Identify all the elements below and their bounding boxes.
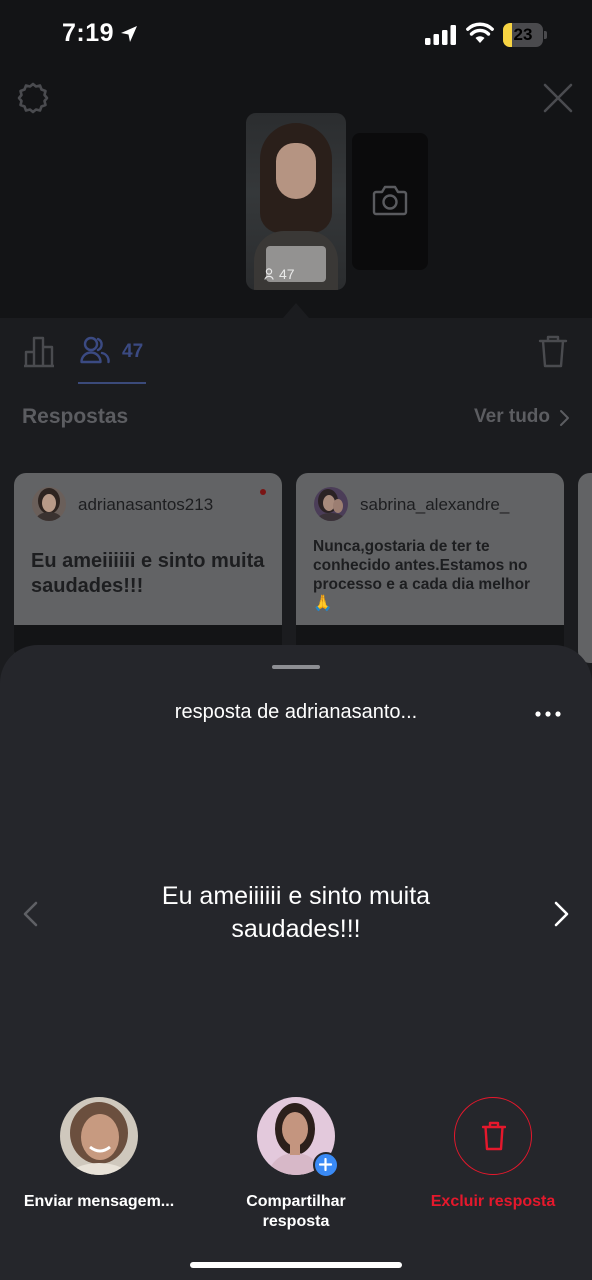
viewers-icon (80, 336, 110, 364)
reply-preview-text: Nunca,gostaria de ter te conhecido antes… (313, 538, 531, 612)
status-bar: 7:19 23 (0, 0, 592, 70)
replies-section-title: Respostas (22, 405, 129, 428)
delete-reply-button[interactable]: Excluir resposta (413, 1097, 573, 1237)
thumbnail-viewer-count: 47 (279, 266, 295, 282)
battery-icon: 23 (503, 23, 547, 47)
reply-username: sabrina_alexandre_ (360, 495, 510, 514)
delete-ring (454, 1097, 532, 1175)
reply-card[interactable]: sabrina_alexandre_ Nunca,gostaria de ter… (296, 473, 564, 663)
reply-card[interactable] (578, 473, 592, 663)
story-thumbnail[interactable]: 47 (246, 113, 346, 290)
story-viewer-background: 7:19 23 47 (0, 0, 592, 318)
reply-detail-sheet: resposta de adrianasanto... Eu ameiiiiii… (0, 645, 592, 1280)
signal-icon (425, 25, 456, 45)
chevron-left-icon[interactable] (21, 901, 39, 927)
share-reply-button[interactable]: Compartilhar resposta (216, 1097, 376, 1237)
reply-full-text: Eu ameiiiiii e sinto muita saudades!!! (161, 882, 431, 943)
close-icon[interactable] (542, 82, 574, 114)
home-indicator (190, 1262, 402, 1268)
reply-username: adrianasantos213 (78, 495, 214, 514)
sheet-grabber[interactable] (272, 665, 320, 669)
reply-preview-text: Eu ameiiiiii e sinto muita saudades!!! (31, 550, 265, 597)
status-time: 7:19 (62, 19, 115, 47)
trash-icon[interactable] (538, 334, 568, 368)
chevron-right-icon[interactable] (553, 901, 571, 927)
send-message-button[interactable]: Enviar mensagem... (19, 1097, 179, 1237)
sheet-title: resposta de adrianasanto... (174, 701, 418, 723)
avatar (314, 487, 348, 521)
add-story-slot[interactable] (352, 133, 428, 270)
more-icon[interactable] (535, 711, 561, 717)
location-arrow-icon (121, 26, 137, 42)
tab-viewers[interactable]: 47 (78, 318, 146, 384)
unread-dot (260, 489, 266, 495)
share-reply-label: Compartilhar resposta (246, 1193, 346, 1230)
active-story-pointer (283, 303, 309, 318)
trash-icon (482, 1121, 506, 1151)
send-message-label: Enviar mensagem... (23, 1193, 175, 1210)
gear-icon[interactable] (15, 80, 51, 116)
camera-icon (372, 185, 408, 216)
wifi-icon (466, 22, 494, 43)
chevron-right-icon[interactable] (558, 409, 570, 427)
bar-chart-icon[interactable] (22, 334, 56, 368)
reply-card[interactable]: adrianasantos213 Eu ameiiiiii e sinto mu… (14, 473, 282, 663)
battery-level: 23 (513, 25, 533, 44)
insights-tabs: 47 (0, 318, 592, 388)
see-all-link[interactable]: Ver tudo (474, 406, 550, 428)
delete-reply-label: Excluir resposta (430, 1193, 556, 1210)
viewers-icon (264, 268, 274, 280)
plus-icon (313, 1152, 339, 1178)
avatar (32, 487, 66, 521)
viewers-count: 47 (122, 341, 144, 362)
avatar (60, 1097, 138, 1175)
